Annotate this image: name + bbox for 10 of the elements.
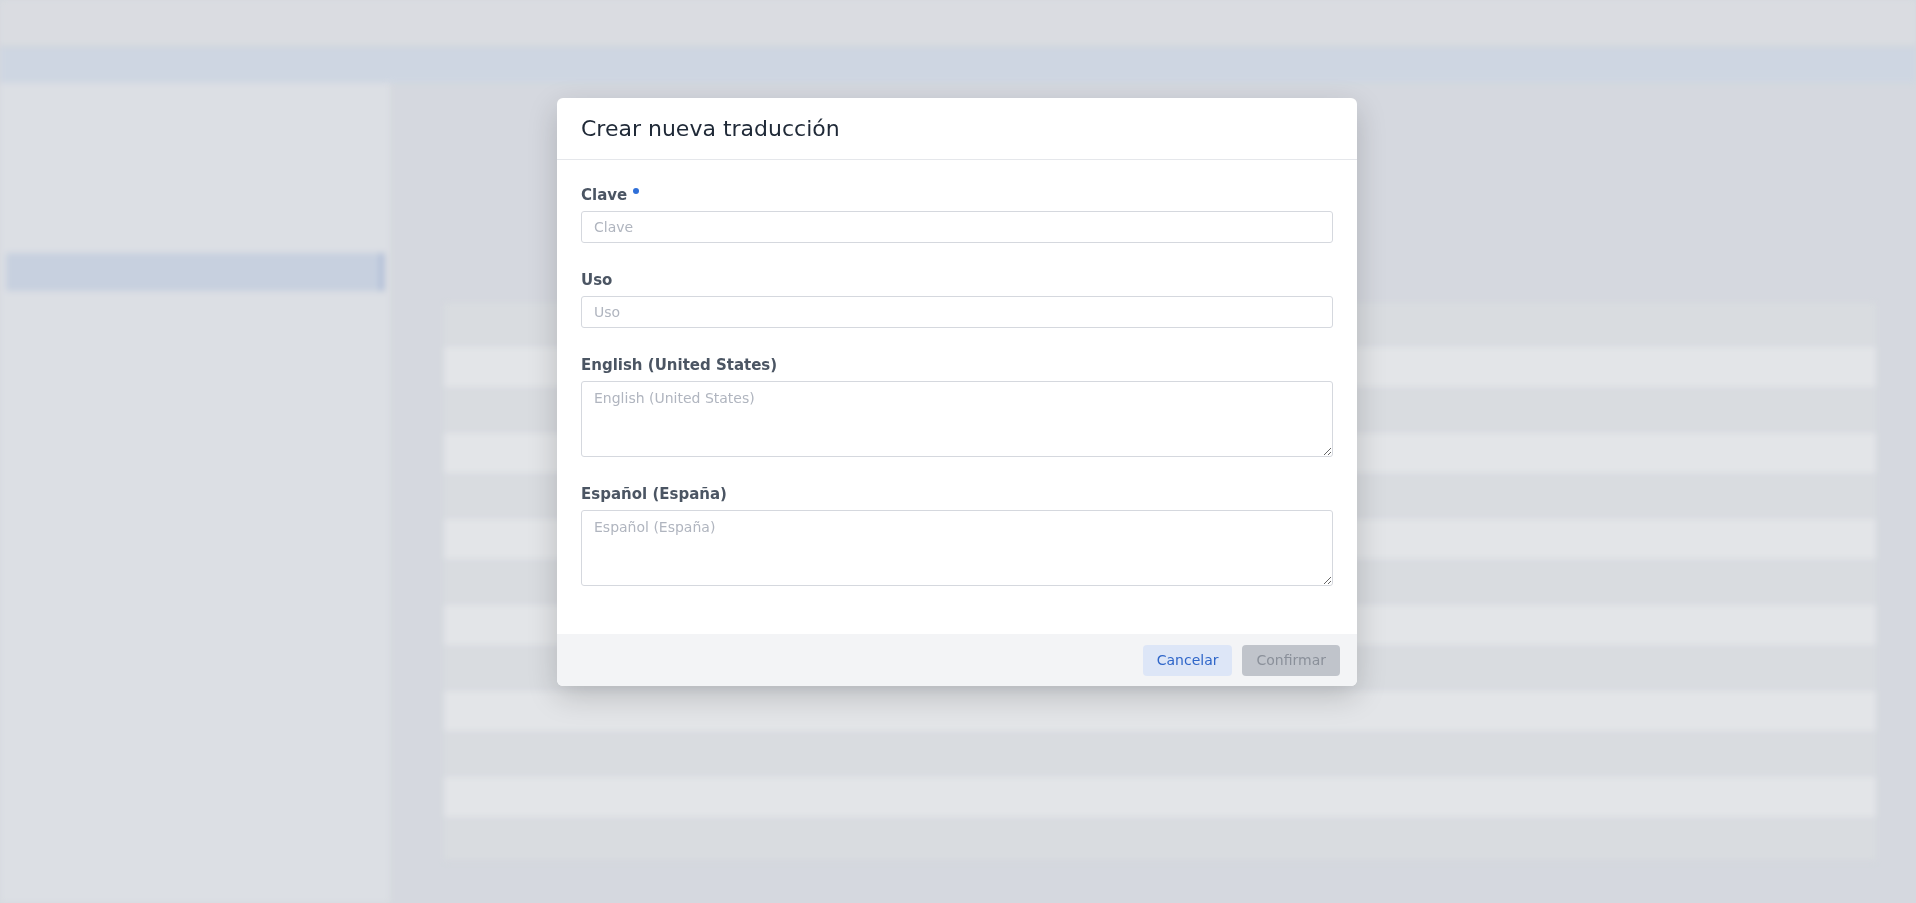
text-area[interactable]: Español (España) xyxy=(581,510,1333,586)
field-label: Clave xyxy=(581,186,628,204)
dialog-title: Crear nueva traducción xyxy=(581,116,840,141)
field-label: Español (España) xyxy=(581,485,727,503)
field-label: English (United States) xyxy=(581,356,778,374)
text-area[interactable]: English (United States) xyxy=(581,381,1333,457)
input-field[interactable]: Clave xyxy=(581,211,1333,243)
cancel-button[interactable]: Cancelar xyxy=(1142,644,1233,676)
input-field[interactable]: Uso xyxy=(581,296,1333,328)
field-label: Uso xyxy=(581,271,613,289)
